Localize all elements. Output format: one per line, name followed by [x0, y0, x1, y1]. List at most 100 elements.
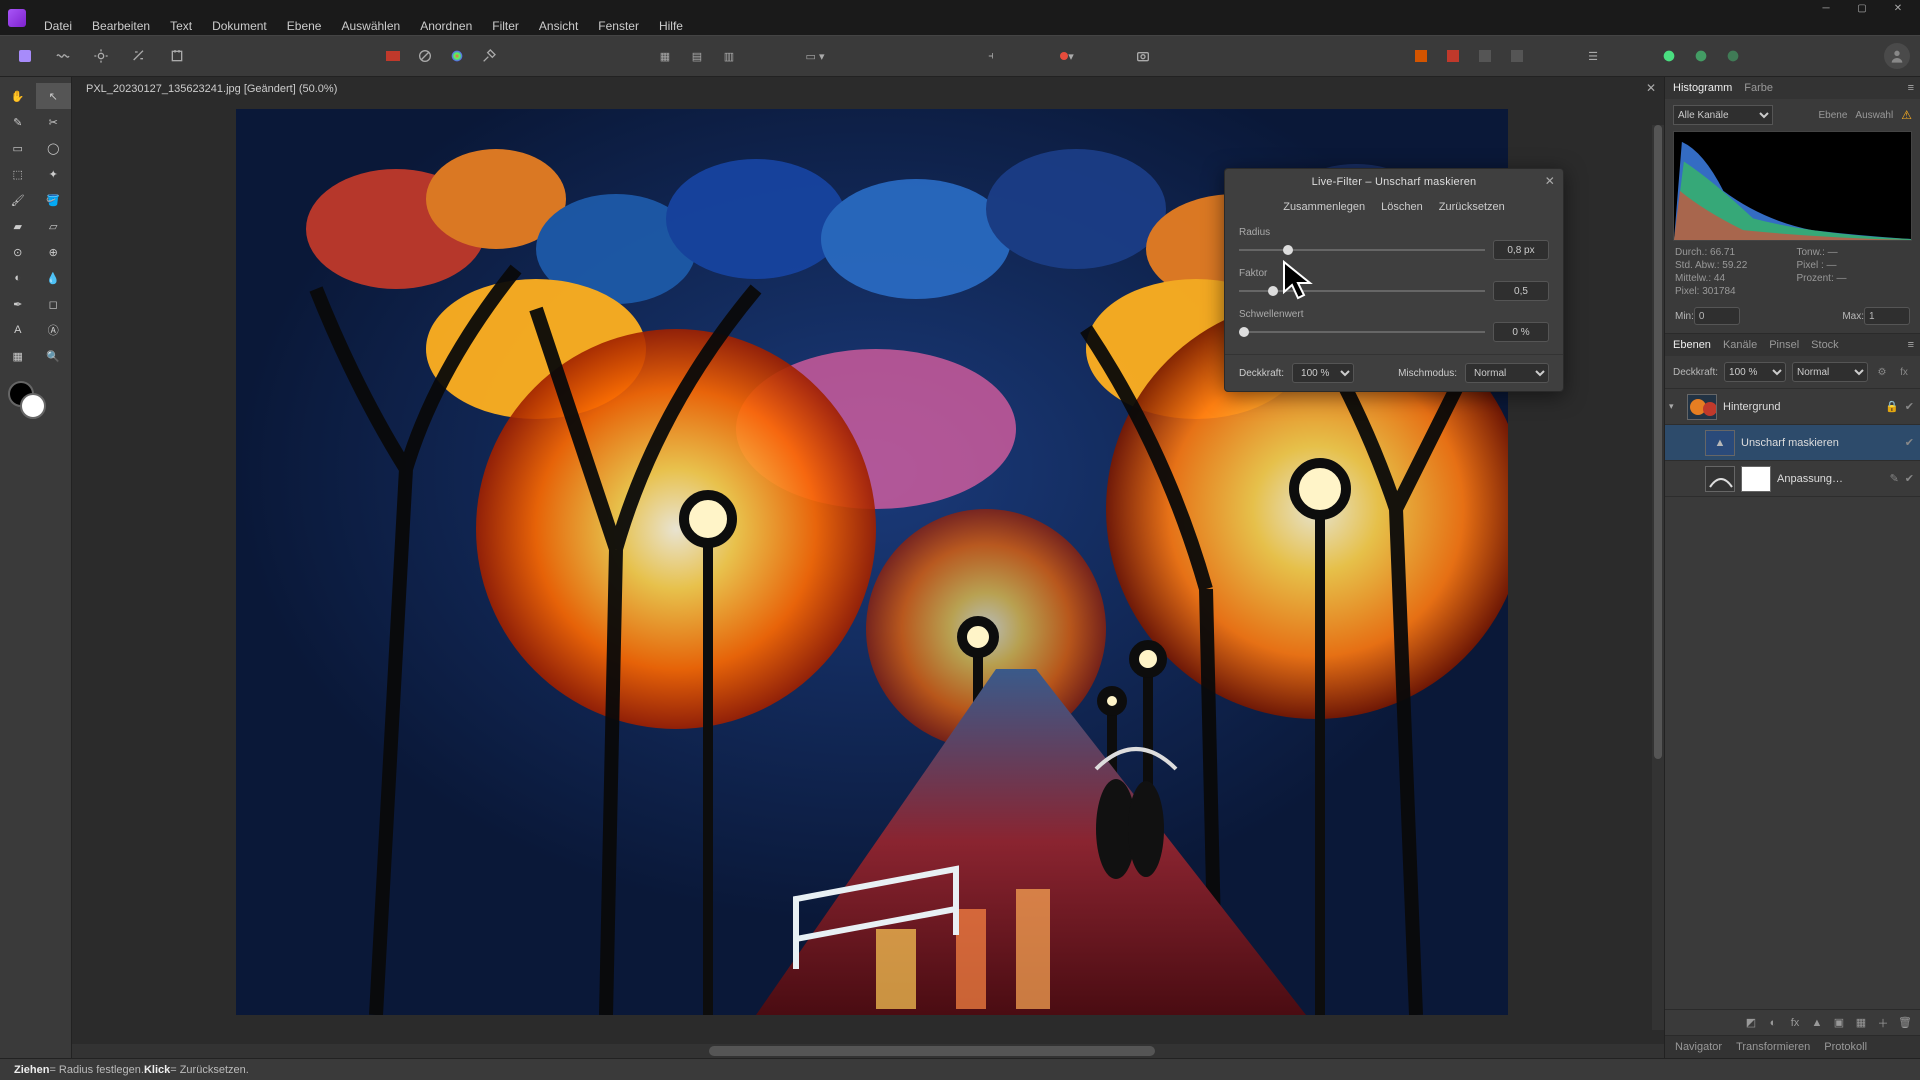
crop-tool-icon[interactable]: ✂	[36, 109, 72, 135]
delete-layer-icon[interactable]: 🗑	[1896, 1014, 1914, 1032]
dialog-blend-select[interactable]: Normal	[1465, 363, 1549, 383]
histogram-scope-ebene[interactable]: Ebene	[1819, 110, 1848, 121]
menu-datei[interactable]: Datei	[44, 19, 72, 33]
tab-protokoll[interactable]: Protokoll	[1824, 1041, 1867, 1053]
menu-hilfe[interactable]: Hilfe	[659, 19, 683, 33]
text-tool-icon[interactable]: A	[0, 317, 36, 343]
schwellenwert-slider[interactable]	[1239, 331, 1485, 333]
visibility-icon[interactable]: ✔	[1905, 472, 1914, 485]
layer-row-anpassung[interactable]: Anpassung… ✎✔	[1665, 461, 1920, 497]
lock-icon[interactable]: 🔒	[1885, 400, 1899, 413]
merge-button[interactable]: Zusammenlegen	[1283, 201, 1365, 213]
align-dist3-icon[interactable]: ▥	[714, 41, 744, 71]
pen-tool-icon[interactable]: ✒	[0, 291, 36, 317]
max-value[interactable]: 1	[1864, 307, 1910, 325]
close-button[interactable]: ✕	[1880, 0, 1916, 17]
expand-toggle-icon[interactable]: ▾	[1669, 401, 1681, 412]
radius-value[interactable]: 0,8 px	[1493, 240, 1549, 260]
marquee-tool-icon[interactable]: ⬚	[0, 161, 36, 187]
vertical-scrollbar[interactable]	[1652, 125, 1664, 1030]
crop-preset-icon[interactable]: ▭ ▾	[800, 41, 830, 71]
faktor-slider[interactable]	[1239, 290, 1485, 292]
tab-pinsel[interactable]: Pinsel	[1769, 339, 1799, 351]
reset-button[interactable]: Zurücksetzen	[1439, 201, 1505, 213]
adjust-layer-icon[interactable]: ◐	[1764, 1014, 1782, 1032]
document-tab[interactable]: PXL_20230127_135623241.jpg [Geändert] (5…	[86, 83, 337, 95]
persona-export-icon[interactable]	[162, 41, 192, 71]
tab-stock[interactable]: Stock	[1811, 339, 1839, 351]
clone-tool-icon[interactable]: ⊙	[0, 239, 36, 265]
align-dist-icon[interactable]: ▦	[650, 41, 680, 71]
lasso-tool-icon[interactable]: ◯	[36, 135, 72, 161]
menu-filter[interactable]: Filter	[492, 19, 519, 33]
fill-tool-icon[interactable]: 🪣	[36, 187, 72, 213]
dialog-close-icon[interactable]: ✕	[1545, 174, 1555, 188]
align-panel-icon[interactable]: ☰	[1578, 41, 1608, 71]
persona-photo-icon[interactable]	[10, 41, 40, 71]
frame-text-tool-icon[interactable]: Ⓐ	[36, 317, 72, 343]
layers-opacity-select[interactable]: 100 %	[1724, 362, 1786, 382]
target-icon[interactable]: ▾	[1052, 41, 1082, 71]
menu-anordnen[interactable]: Anordnen	[420, 19, 472, 33]
mask-layer-icon[interactable]: ◩	[1742, 1014, 1760, 1032]
swatch-red-icon[interactable]	[378, 41, 408, 71]
selection-tool-icon[interactable]: ▭	[0, 135, 36, 161]
schwellenwert-value[interactable]: 0 %	[1493, 322, 1549, 342]
arrange-icon[interactable]: ⫞	[976, 41, 1006, 71]
delete-button[interactable]: Löschen	[1381, 201, 1423, 213]
live-filter-icon[interactable]: ▲	[1808, 1014, 1826, 1032]
warning-icon[interactable]: ⚠	[1901, 108, 1912, 122]
align-dist2-icon[interactable]: ▤	[682, 41, 712, 71]
shape-tool-icon[interactable]: ◻	[36, 291, 72, 317]
hand-tool-icon[interactable]: ✋	[0, 83, 36, 109]
menu-bearbeiten[interactable]: Bearbeiten	[92, 19, 150, 33]
tab-kanaele[interactable]: Kanäle	[1723, 339, 1757, 351]
mesh-tool-icon[interactable]: ▦	[0, 343, 36, 369]
link-icon[interactable]: ✎	[1890, 472, 1899, 485]
layers-panel-menu-icon[interactable]: ≡	[1908, 339, 1914, 351]
color-swatches[interactable]	[8, 381, 48, 421]
horizontal-scrollbar[interactable]	[72, 1044, 1664, 1058]
color-wheel-icon[interactable]	[442, 41, 472, 71]
faktor-value[interactable]: 0,5	[1493, 281, 1549, 301]
layers-blend-select[interactable]: Normal	[1792, 362, 1868, 382]
tab-farbe[interactable]: Farbe	[1744, 82, 1773, 94]
dialog-opacity-select[interactable]: 100 %	[1292, 363, 1354, 383]
persona-develop-icon[interactable]	[86, 41, 116, 71]
menu-text[interactable]: Text	[170, 19, 192, 33]
layer-op1-icon[interactable]	[1406, 41, 1436, 71]
eraser-tool-icon[interactable]: ▱	[36, 213, 72, 239]
brush-tool-icon[interactable]: 🖌	[0, 187, 36, 213]
min-value[interactable]: 0	[1694, 307, 1740, 325]
visibility-icon[interactable]: ✔	[1905, 436, 1914, 449]
magic-wand-tool-icon[interactable]: ✦	[36, 161, 72, 187]
tab-ebenen[interactable]: Ebenen	[1673, 339, 1711, 351]
color-picker-tool-icon[interactable]: ✎	[0, 109, 36, 135]
layers-cog-icon[interactable]: ⚙	[1874, 364, 1890, 380]
cloud2-icon[interactable]	[1686, 41, 1716, 71]
quicklook-icon[interactable]	[1128, 41, 1158, 71]
panel-menu-icon[interactable]: ≡	[1908, 82, 1914, 94]
layers-fx-icon[interactable]: fx	[1896, 364, 1912, 380]
fx-layer-icon[interactable]: fx	[1786, 1014, 1804, 1032]
dodge-tool-icon[interactable]: ◐	[0, 265, 36, 291]
live-filter-dialog[interactable]: Live-Filter – Unscharf maskieren ✕ Zusam…	[1224, 168, 1564, 392]
cloud-sync-icon[interactable]	[1654, 41, 1684, 71]
layer-row-unscharf[interactable]: ▲ Unscharf maskieren ✔	[1665, 425, 1920, 461]
minimize-button[interactable]: ─	[1808, 0, 1844, 17]
tab-transformieren[interactable]: Transformieren	[1736, 1041, 1810, 1053]
maximize-button[interactable]: ▢	[1844, 0, 1880, 17]
menu-auswaehlen[interactable]: Auswählen	[341, 19, 400, 33]
group-icon[interactable]: ▣	[1830, 1014, 1848, 1032]
menu-fenster[interactable]: Fenster	[598, 19, 639, 33]
persona-liquify-icon[interactable]	[48, 41, 78, 71]
radius-slider[interactable]	[1239, 249, 1485, 251]
menu-dokument[interactable]: Dokument	[212, 19, 267, 33]
histogram-scope-auswahl[interactable]: Auswahl	[1855, 110, 1893, 121]
persona-tone-icon[interactable]	[124, 41, 154, 71]
foreground-color-swatch[interactable]	[20, 393, 46, 419]
tab-histogramm[interactable]: Histogramm	[1673, 82, 1732, 94]
cloud3-icon[interactable]	[1718, 41, 1748, 71]
move-tool-icon[interactable]: ↖	[36, 83, 72, 109]
heal-tool-icon[interactable]: ⊕	[36, 239, 72, 265]
